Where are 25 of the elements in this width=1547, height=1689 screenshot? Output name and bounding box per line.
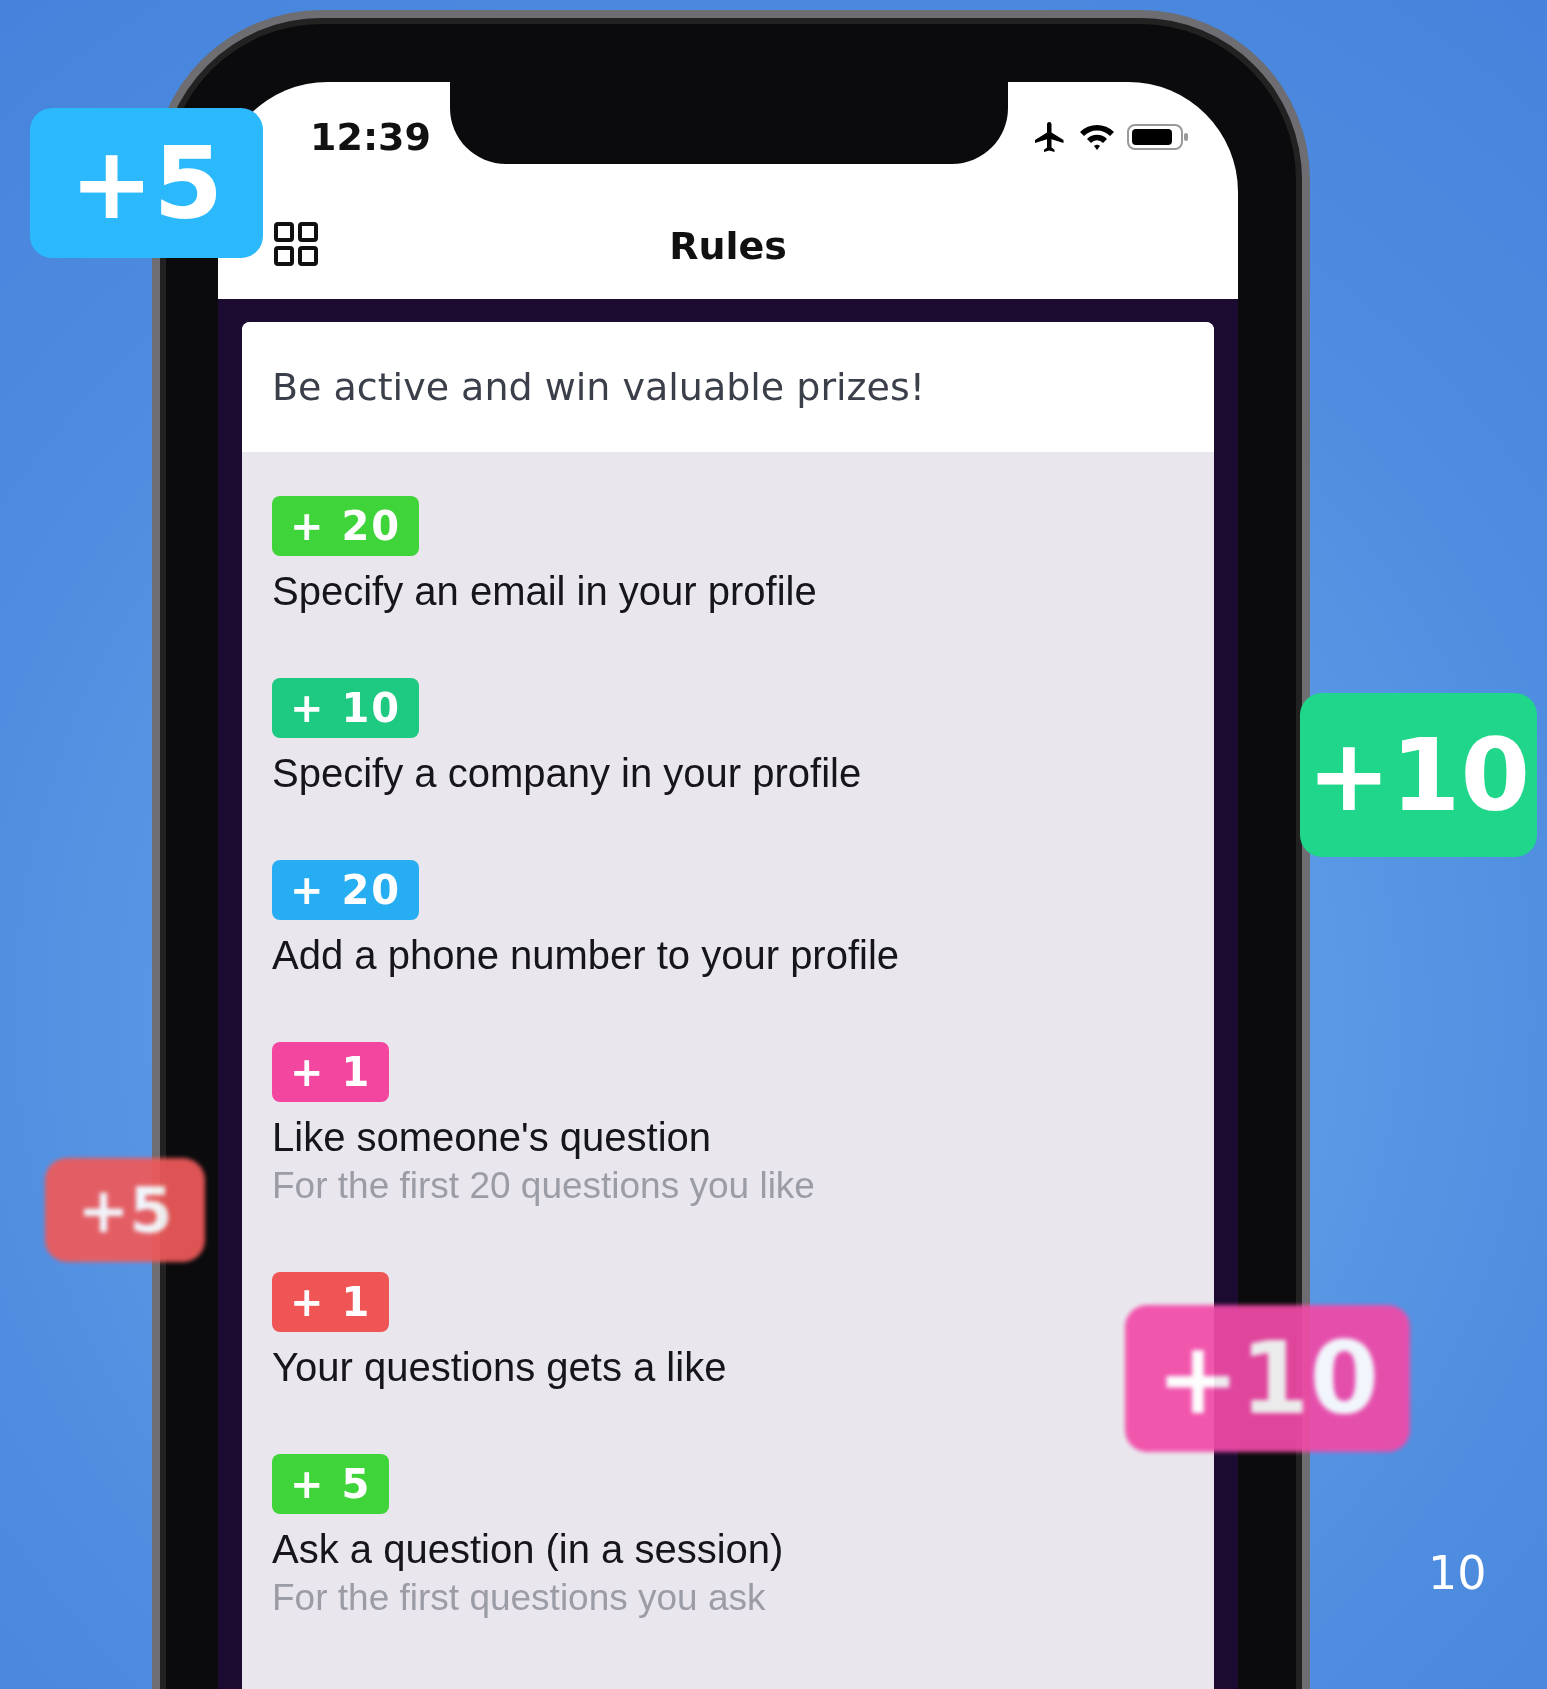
rule-title: Like someone's question [272,1114,712,1161]
points-badge: + 20 [272,496,420,556]
wifi-icon [1078,122,1116,152]
rule-note: For the first questions you ask [272,1576,766,1620]
status-time: 12:39 [310,115,431,159]
rule-title: Your questions gets a like [272,1344,727,1391]
points-sticker: +5 [45,1158,205,1262]
grid-menu-icon[interactable] [274,222,318,266]
rule-title: Add a phone number to your profile [272,932,900,979]
points-badge: + 10 [272,678,420,738]
rule-title: Specify an email in your profile [272,568,817,615]
page-number: 10 [1428,1546,1487,1600]
intro-text: Be active and win valuable prizes! [242,322,1214,452]
points-badge: + 5 [272,1454,390,1514]
points-sticker: +10 [1300,693,1537,857]
points-badge: + 1 [272,1272,390,1332]
rule-title: Specify a company in your profile [272,750,862,797]
points-badge: + 1 [272,1042,390,1102]
screen-title: Rules [669,223,787,268]
rule-title: Ask a question (in a session) [272,1526,784,1573]
points-badge: + 20 [272,860,420,920]
battery-icon [1126,122,1190,152]
rule-note: For the first 20 questions you like [272,1164,815,1208]
points-sticker: +5 [30,108,263,258]
points-sticker: +10 [1125,1305,1410,1452]
